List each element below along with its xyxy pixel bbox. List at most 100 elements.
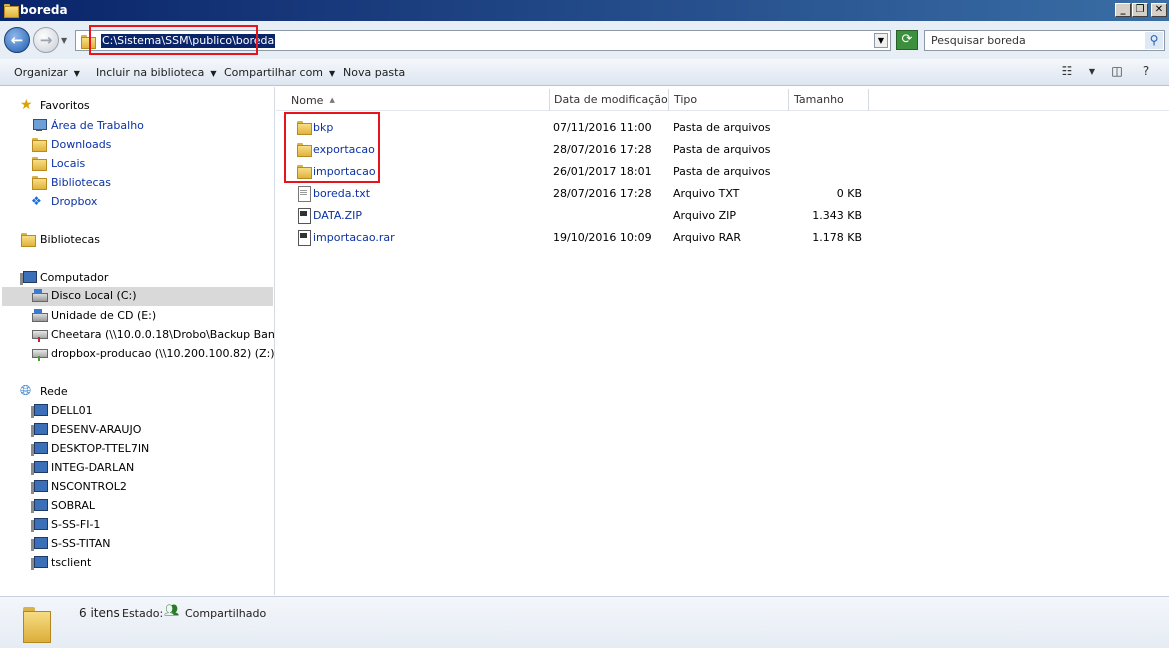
table-row[interactable]: importacao 26/01/2017 18:01 Pasta de arq… — [276, 161, 1169, 183]
computer-icon — [31, 479, 48, 495]
nav-network-computer[interactable]: DESENV-ARAUJO — [31, 421, 271, 439]
include-library-label: Incluir na biblioteca — [96, 66, 205, 79]
column-header-name[interactable]: Nome ▲ — [286, 89, 550, 111]
nav-network[interactable]: 🌐︎ Rede — [20, 383, 260, 401]
state-value: Compartilhado — [185, 607, 267, 620]
new-folder-button[interactable]: Nova pasta — [343, 66, 405, 79]
nav-network-computer[interactable]: SOBRAL — [31, 497, 271, 515]
file-type: Arquivo RAR — [673, 231, 741, 244]
nav-item-label: Downloads — [51, 138, 112, 151]
nav-favorites[interactable]: ★ Favoritos — [20, 97, 260, 115]
view-dropdown-icon[interactable]: ▼ — [1083, 67, 1101, 83]
search-icon[interactable]: ⚲ — [1145, 32, 1163, 49]
file-date: 26/01/2017 18:01 — [553, 165, 652, 178]
organize-menu[interactable]: Organizar ▼ — [14, 66, 80, 79]
organize-label: Organizar — [14, 66, 68, 79]
preview-pane-icon[interactable]: ◫ — [1108, 64, 1126, 80]
nav-item-label: Dropbox — [51, 195, 98, 208]
restore-button[interactable]: ❐ — [1132, 3, 1148, 17]
nav-item-label: tsclient — [51, 556, 92, 569]
share-with-menu[interactable]: Compartilhar com ▼ — [224, 66, 335, 79]
nav-item-dropbox-producao[interactable]: dropbox-producao (\\10.200.100.82) (Z:) — [31, 345, 274, 363]
nav-item-dropbox[interactable]: ❖ Dropbox — [31, 193, 271, 211]
computer-icon — [31, 555, 48, 571]
nav-network-computer[interactable]: NSCONTROL2 — [31, 478, 271, 496]
network-icon: 🌐︎ — [20, 383, 32, 399]
command-toolbar: Organizar ▼ Incluir na biblioteca ▼ Compar… — [0, 59, 1169, 86]
nav-item-libraries-fav[interactable]: Bibliotecas — [31, 174, 271, 192]
libraries-icon — [20, 232, 36, 248]
close-button[interactable]: ✕ — [1151, 3, 1167, 17]
table-row[interactable]: bkp 07/11/2016 11:00 Pasta de arquivos — [276, 117, 1169, 139]
table-row[interactable]: boreda.txt 28/07/2016 17:28 Arquivo TXT … — [276, 183, 1169, 205]
nav-network-computer[interactable]: DELL01 — [31, 402, 271, 420]
nav-network-computer[interactable]: DESKTOP-TTEL7IN — [31, 440, 271, 458]
file-name[interactable]: DATA.ZIP — [313, 209, 362, 222]
nav-item-local-disk[interactable]: Disco Local (C:) — [2, 287, 273, 306]
nav-item-label: DESKTOP-TTEL7IN — [51, 442, 150, 455]
column-header-type[interactable]: Tipo — [669, 89, 789, 111]
address-highlight-box — [89, 25, 258, 55]
column-header-date[interactable]: Data de modificação — [549, 89, 669, 111]
minimize-button[interactable]: _ — [1115, 3, 1131, 17]
nav-libraries-label: Bibliotecas — [40, 233, 101, 246]
address-dropdown-button[interactable]: ▼ — [874, 33, 888, 48]
nav-computer-label: Computador — [40, 271, 109, 284]
nav-item-downloads[interactable]: Downloads — [31, 136, 271, 154]
new-folder-label: Nova pasta — [343, 66, 406, 79]
computer-icon — [31, 536, 48, 552]
file-size: 1.343 KB — [812, 209, 862, 222]
table-row[interactable]: exportacao 28/07/2016 17:28 Pasta de arq… — [276, 139, 1169, 161]
column-type-label: Tipo — [674, 93, 698, 106]
file-size: 0 KB — [836, 187, 862, 200]
chevron-down-icon: ▼ — [73, 69, 80, 78]
sort-ascending-icon: ▲ — [329, 96, 335, 104]
nav-item-cd-drive[interactable]: Unidade de CD (E:) — [31, 307, 271, 325]
nav-item-label: Cheetara (\\10.0.0.18\Drobo\Backup Banco… — [51, 328, 275, 341]
nav-computer[interactable]: Computador — [20, 269, 260, 287]
nav-item-desktop[interactable]: Área de Trabalho — [31, 117, 271, 135]
folder-icon — [21, 605, 51, 643]
back-button[interactable]: ← — [4, 27, 30, 53]
computer-icon — [20, 270, 37, 286]
file-date: 28/07/2016 17:28 — [553, 143, 652, 156]
nav-network-computer[interactable]: S-SS-FI-1 — [31, 516, 271, 534]
nav-network-computer[interactable]: INTEG-DARLAN — [31, 459, 271, 477]
desktop-icon — [31, 118, 47, 134]
nav-network-computer[interactable]: tsclient — [31, 554, 271, 572]
column-header-size[interactable]: Tamanho — [789, 89, 869, 111]
file-date: 28/07/2016 17:28 — [553, 187, 652, 200]
recent-pages-dropdown[interactable]: ▼ — [61, 36, 67, 45]
nav-item-label: S-SS-TITAN — [51, 537, 111, 550]
nav-network-computer[interactable]: S-SS-TITAN — [31, 535, 271, 553]
include-library-menu[interactable]: Incluir na biblioteca ▼ — [96, 66, 216, 79]
refresh-button[interactable]: ⟳ — [896, 30, 918, 50]
nav-libraries[interactable]: Bibliotecas — [20, 231, 260, 249]
file-type: Pasta de arquivos — [673, 165, 771, 178]
star-icon: ★ — [20, 97, 33, 113]
nav-item-label: NSCONTROL2 — [51, 480, 127, 493]
table-row[interactable]: DATA.ZIP Arquivo ZIP 1.343 KB — [276, 205, 1169, 227]
file-name[interactable]: importacao.rar — [313, 231, 395, 244]
help-icon[interactable]: ? — [1137, 64, 1155, 80]
computer-icon — [31, 498, 48, 514]
nav-item-label: DESENV-ARAUJO — [51, 423, 142, 436]
view-options-icon[interactable]: ☷ — [1058, 64, 1076, 80]
column-size-label: Tamanho — [794, 93, 844, 106]
column-date-label: Data de modificação — [554, 93, 668, 106]
nav-item-cheetara[interactable]: Cheetara (\\10.0.0.18\Drobo\Backup Banco… — [31, 326, 275, 344]
nav-item-label: Unidade de CD (E:) — [51, 309, 157, 322]
file-name[interactable]: boreda.txt — [313, 187, 370, 200]
search-input[interactable]: Pesquisar boreda ⚲ — [924, 30, 1165, 51]
computer-icon — [31, 422, 48, 438]
forward-button[interactable]: → — [33, 27, 59, 53]
file-type: Pasta de arquivos — [673, 143, 771, 156]
folders-highlight-box — [284, 112, 380, 183]
table-row[interactable]: importacao.rar 19/10/2016 10:09 Arquivo … — [276, 227, 1169, 249]
libraries-icon — [31, 175, 47, 191]
dropbox-icon: ❖ — [31, 194, 42, 208]
nav-item-recent-places[interactable]: Locais — [31, 155, 271, 173]
recent-places-icon — [31, 156, 47, 172]
column-name-label: Nome — [291, 94, 324, 107]
title-bar: boreda _ ❐ ✕ — [0, 0, 1169, 21]
